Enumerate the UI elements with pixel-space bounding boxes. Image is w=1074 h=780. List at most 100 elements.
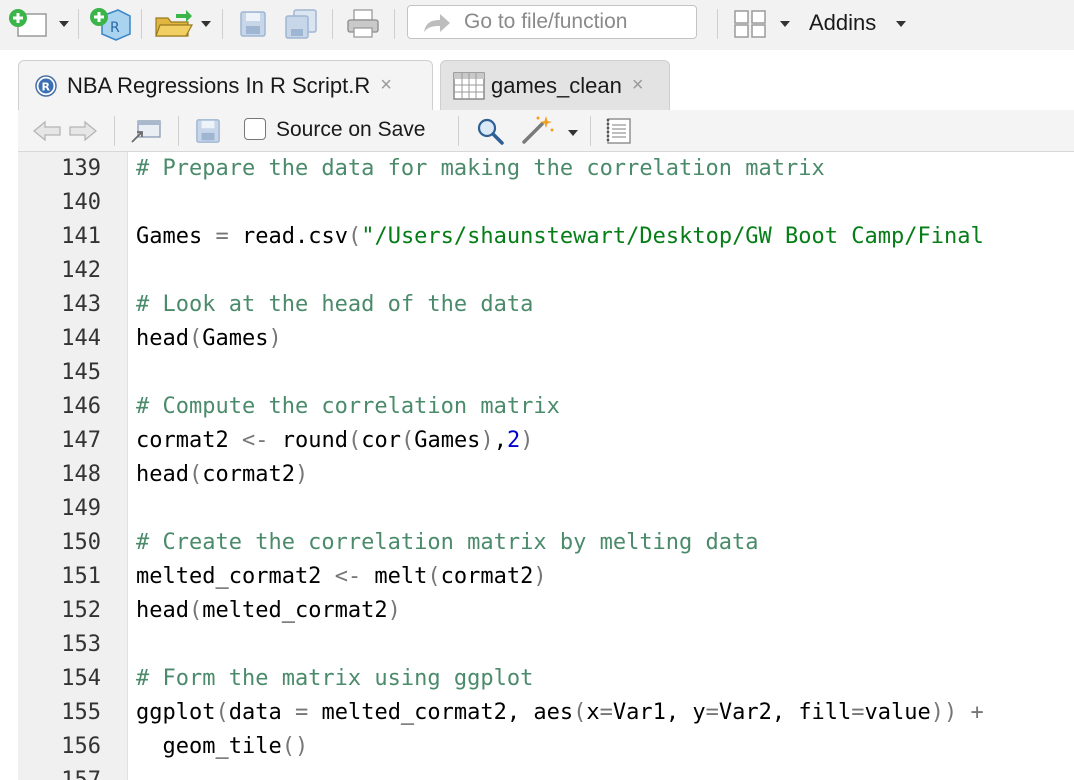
goto-file-function-input[interactable]: Go to file/function (407, 5, 697, 39)
code-line[interactable]: # Create the correlation matrix by melti… (136, 526, 759, 560)
toolbar-divider (332, 9, 333, 39)
code-token-op: <- (241, 428, 269, 453)
new-file-dropdown[interactable] (58, 18, 70, 30)
tab-nba-regressions-script[interactable]: R NBA Regressions In R Script.R × (18, 60, 433, 110)
code-token-paren: ( (188, 462, 203, 487)
go-back-button[interactable] (32, 120, 62, 142)
data-table-icon (453, 71, 485, 100)
code-token-number: 2 (506, 428, 521, 453)
line-number: 144 (61, 326, 101, 351)
code-token-plain: x (586, 700, 600, 725)
toolbar-divider (222, 9, 223, 39)
chevron-down-icon (568, 130, 578, 136)
addins-label: Addins (809, 10, 877, 35)
go-to-arrow-icon (424, 14, 450, 32)
code-token-paren: () (281, 734, 309, 759)
code-line[interactable]: Games = read.csv("/Users/shaunstewart/De… (136, 220, 984, 254)
code-line[interactable]: melted_cormat2 <- melt(cormat2) (136, 560, 547, 594)
code-token-plain: ggplot (136, 700, 216, 725)
save-current-file-button[interactable] (194, 117, 222, 145)
line-number: 157 (61, 764, 101, 780)
code-token-plain: Games (136, 224, 216, 249)
code-token-comment: # Look at the head of the data (136, 292, 534, 317)
svg-text:R: R (42, 80, 51, 93)
line-number: 143 (61, 292, 101, 317)
workspace-panes-icon (734, 10, 766, 38)
code-token-paren: ) (480, 428, 494, 453)
code-line[interactable]: # Compute the correlation matrix (136, 390, 560, 424)
code-token-paren: ( (347, 428, 362, 453)
toolbar-divider (178, 116, 179, 146)
source-on-save-checkbox[interactable] (244, 118, 266, 140)
code-token-paren: ) (387, 598, 401, 623)
chevron-down-icon (59, 21, 69, 27)
show-in-new-window-button[interactable] (130, 118, 162, 144)
code-line[interactable]: geom_tile() (136, 730, 308, 764)
code-token-plain: Var2, fill (718, 700, 852, 725)
main-toolbar: R Go to file/function Addins (0, 0, 1074, 50)
code-token-plain: cormat2 (136, 428, 242, 453)
code-token-paren: ) (533, 564, 547, 589)
line-number: 149 (61, 496, 101, 521)
tab-games-clean[interactable]: games_clean × (440, 60, 670, 110)
code-tools-dropdown[interactable] (567, 127, 579, 139)
search-icon (477, 118, 504, 145)
code-token-plain: round (268, 428, 348, 453)
toolbar-divider (458, 116, 459, 146)
find-replace-button[interactable] (474, 116, 506, 146)
new-file-icon (9, 9, 47, 37)
code-token-comment: # Form the matrix using ggplot (136, 666, 534, 691)
code-token-comment: # Prepare the data for making the correl… (136, 156, 825, 181)
code-token-op: = (851, 700, 865, 725)
code-line[interactable]: # Look at the head of the data (136, 288, 533, 322)
line-number: 148 (61, 462, 101, 487)
compile-report-button[interactable] (604, 116, 634, 146)
save-button[interactable] (238, 9, 268, 39)
new-file-button[interactable] (6, 8, 50, 38)
line-number: 152 (61, 598, 101, 623)
code-token-plain: cormat2 (202, 462, 295, 487)
line-number: 155 (61, 700, 101, 725)
addins-menu[interactable]: Addins (809, 10, 907, 36)
code-tools-wand-icon (522, 116, 554, 144)
code-line[interactable]: ggplot(data = melted_cormat2, aes(x=Var1… (136, 696, 984, 730)
toolbar-divider (394, 9, 395, 39)
code-line[interactable]: cormat2 <- round(cor(Games),2) (136, 424, 533, 458)
print-button[interactable] (346, 8, 380, 40)
back-arrow-icon (32, 120, 61, 142)
code-token-paren: ( (573, 700, 587, 725)
chevron-down-icon (780, 21, 790, 27)
code-line[interactable]: head(cormat2) (136, 458, 308, 492)
workspace-panes-button[interactable] (732, 8, 768, 40)
go-forward-button[interactable] (68, 120, 98, 142)
code-line[interactable]: head(Games) (136, 322, 282, 356)
code-token-op: <- (334, 564, 362, 589)
code-token-paren: ( (188, 598, 203, 623)
code-line[interactable]: # Prepare the data for making the correl… (136, 152, 825, 186)
code-token-plain: Games (414, 428, 481, 453)
compile-report-icon (606, 118, 631, 144)
line-number: 154 (61, 666, 101, 691)
chevron-down-icon (201, 21, 211, 27)
code-editor[interactable]: 139 140 141 142 143 144 145 146 147 148 149 150 151 1… (18, 152, 1074, 780)
code-token-op: = (294, 700, 309, 725)
code-token-paren: ( (347, 224, 362, 249)
show-in-window-icon (131, 120, 161, 143)
code-token-plain: , (493, 428, 507, 453)
workspace-panes-dropdown[interactable] (779, 18, 791, 30)
code-line[interactable]: # Form the matrix using ggplot (136, 662, 533, 696)
open-file-button[interactable] (152, 8, 196, 40)
line-number: 141 (61, 224, 101, 249)
toolbar-divider (114, 116, 115, 146)
code-token-plain: geom_tile (136, 734, 282, 759)
new-project-button[interactable]: R (88, 6, 132, 42)
code-token-paren: ( (188, 326, 203, 351)
tab-close-icon[interactable]: × (380, 74, 392, 97)
tab-close-icon[interactable]: × (632, 74, 644, 97)
code-line[interactable]: head(melted_cormat2) (136, 594, 401, 628)
open-file-dropdown[interactable] (200, 18, 212, 30)
save-all-button[interactable] (284, 8, 318, 40)
code-tools-button[interactable] (520, 114, 556, 146)
save-all-icon (285, 9, 317, 39)
code-token-paren: ( (427, 564, 441, 589)
